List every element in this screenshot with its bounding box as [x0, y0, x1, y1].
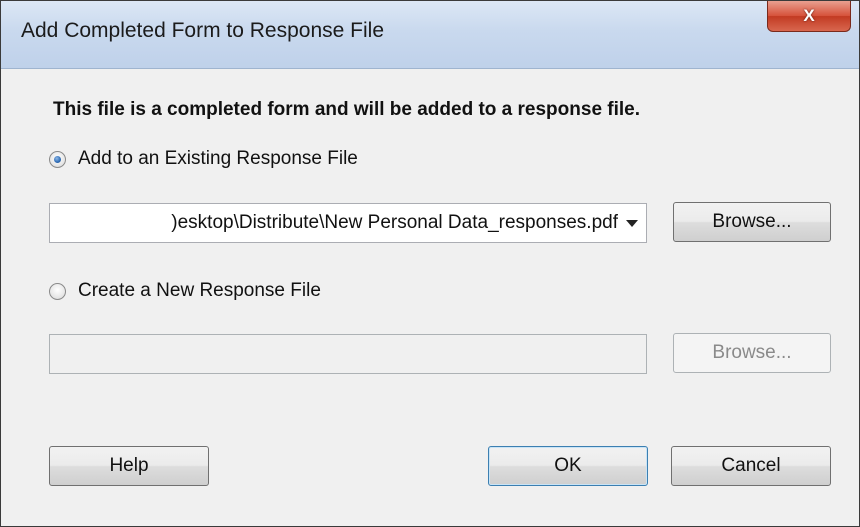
cancel-button[interactable]: Cancel [671, 446, 831, 486]
browse-new-button: Browse... [673, 333, 831, 373]
browse-existing-button[interactable]: Browse... [673, 202, 831, 242]
new-response-file-path-field [49, 334, 647, 374]
dropdown-arrow-icon[interactable] [626, 220, 638, 227]
existing-response-file-path: )esktop\Distribute\New Personal Data_res… [171, 212, 618, 233]
close-icon: X [803, 6, 815, 25]
close-button[interactable]: X [767, 1, 851, 32]
existing-response-file-combobox[interactable]: )esktop\Distribute\New Personal Data_res… [49, 203, 647, 243]
new-response-file-radio[interactable] [49, 282, 66, 300]
ok-button[interactable]: OK [488, 446, 648, 486]
new-response-file-option[interactable]: Create a New Response File [49, 280, 321, 302]
existing-response-file-radio[interactable] [49, 150, 66, 168]
title-bar[interactable]: Add Completed Form to Response File X [1, 1, 859, 69]
dialog-body: This file is a completed form and will b… [1, 69, 859, 526]
dialog-title: Add Completed Form to Response File [21, 19, 384, 42]
existing-response-file-option[interactable]: Add to an Existing Response File [49, 148, 358, 170]
dialog-heading: This file is a completed form and will b… [53, 99, 641, 120]
new-response-file-label[interactable]: Create a New Response File [78, 280, 321, 302]
existing-response-file-label[interactable]: Add to an Existing Response File [78, 148, 358, 170]
add-completed-form-dialog: Add Completed Form to Response File X Th… [0, 0, 860, 527]
help-button[interactable]: Help [49, 446, 209, 486]
